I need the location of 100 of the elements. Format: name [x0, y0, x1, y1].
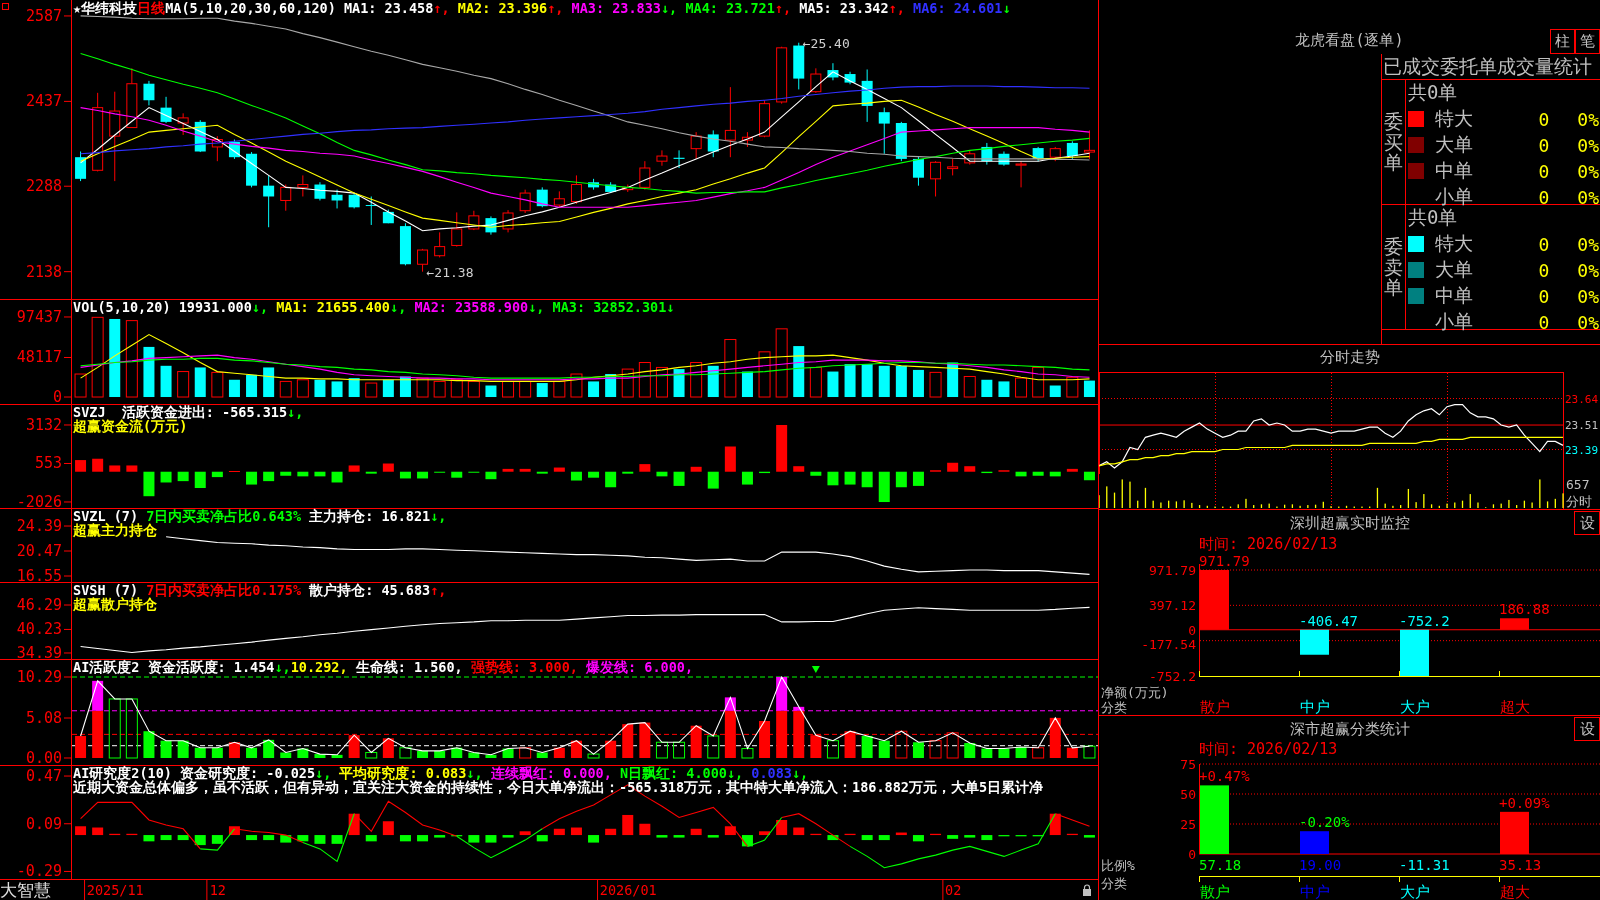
- order-count: 0: [1537, 160, 1551, 182]
- value-label: 186.88: [1499, 601, 1550, 618]
- category-label: 散户: [1200, 883, 1230, 900]
- value-label: -11.31: [1399, 857, 1450, 873]
- order-percent: 0%: [1576, 233, 1600, 255]
- indicator-label: ↑,: [774, 1, 792, 15]
- table-title: 已成交委托单成交量统计: [1382, 54, 1600, 80]
- order-size-label: 中单: [1435, 158, 1474, 183]
- order-size-label: 小单: [1435, 184, 1474, 208]
- axis-label: 40.23: [16, 620, 62, 639]
- order-count: 0: [1537, 186, 1551, 208]
- indicator-label: 7日内买卖净占比0.643%: [146, 509, 302, 523]
- axis-label: 0: [52, 388, 62, 404]
- indicator-label: ↑,: [430, 583, 447, 597]
- indicator-label: ↓,: [466, 766, 483, 780]
- indicator-label: 超赢资金流(万元): [73, 419, 188, 433]
- axis-label: 23.39: [1565, 443, 1599, 457]
- indicator-label: ↑,: [433, 1, 450, 15]
- axis-label: 3132: [25, 415, 62, 434]
- order-count: 0: [1537, 108, 1551, 130]
- indicator-label: MA1: 21655.400: [275, 300, 390, 314]
- category-label: 中户: [1300, 883, 1330, 900]
- indicator-label: 10.292,: [290, 660, 348, 674]
- timestamp: 时间: 2026/02/13: [1199, 741, 1338, 757]
- indicator-label: ↓,: [430, 509, 447, 523]
- order-percent: 0%: [1576, 259, 1600, 281]
- axis-label: 24.39: [16, 517, 62, 535]
- indicator-label: 日线: [137, 1, 166, 15]
- change-label: +0.09%: [1499, 794, 1550, 811]
- indicator-label: 超赢散户持仓: [73, 597, 157, 611]
- axis-label: 0.00: [25, 749, 62, 765]
- indicator-label: SVSH (7): [73, 583, 139, 597]
- order-size-label: 特大: [1435, 106, 1474, 131]
- order-percent: 0%: [1576, 134, 1600, 156]
- indicator-label: MA3: 32852.301↓: [551, 300, 675, 314]
- axis-label: 2288: [25, 177, 62, 196]
- indicator-label: AI研究度2(10) 资金研究度: -0.025: [73, 766, 316, 780]
- axis-label: 2138: [25, 262, 62, 281]
- indicator-label: AI活跃度2 资金活跃度: 1.454: [73, 660, 275, 674]
- indicator-label: MA3: 23.833: [570, 1, 661, 15]
- axis-label: 34.39: [16, 644, 62, 659]
- group-label: 委卖单: [1384, 235, 1403, 299]
- axis-title: 比例%: [1101, 858, 1135, 873]
- order-percent: 0%: [1576, 285, 1600, 307]
- indicator-label: 强势线: 3.000,: [469, 660, 578, 674]
- axis-label: 25: [1180, 817, 1196, 832]
- indicator-label: 主力持仓: 16.821: [308, 509, 431, 523]
- indicator-label: MA(5,10,20,30,60,120) MA1: 23.458: [165, 1, 434, 15]
- axis-label: 20.47: [16, 542, 62, 560]
- order-size-label: 大单: [1435, 257, 1474, 282]
- indicator-label: 散户持仓: 45.683: [308, 583, 431, 597]
- value-label: 57.18: [1199, 857, 1242, 873]
- order-percent: 0%: [1576, 108, 1600, 130]
- axis-label: 97437: [16, 307, 62, 326]
- indicator-label: VOL(5,10,20) 19931.000: [73, 300, 252, 314]
- order-total: 共0单: [1408, 80, 1458, 105]
- group-label: 委买单: [1384, 110, 1403, 174]
- value-label: 971.79: [1199, 553, 1250, 569]
- axis-label: 75: [1180, 757, 1196, 772]
- indicator-label: ↑,: [888, 1, 905, 15]
- order-size-label: 小单: [1435, 309, 1474, 334]
- indicator-label: ↓,: [390, 300, 407, 314]
- date-label: 12: [206, 880, 228, 900]
- chart-annotation: ←25.40: [802, 35, 850, 51]
- indicator-label: MA6: 24.601: [912, 1, 1003, 15]
- volume-scale-label: 657: [1566, 477, 1590, 492]
- axis-label: -752.2: [1149, 669, 1196, 684]
- axis-label: 0.47: [25, 767, 62, 786]
- axis-label: 2437: [25, 92, 62, 111]
- value-label: -406.47: [1299, 612, 1358, 629]
- axis-title: 分类: [1101, 700, 1127, 715]
- indicator-label: ↓,: [274, 660, 291, 674]
- date-label: 2026/01: [596, 880, 659, 900]
- indicator-label: 0.083: [751, 766, 792, 780]
- change-label: -0.20%: [1299, 814, 1350, 831]
- axis-label: 971.79: [1149, 563, 1196, 578]
- order-count: 0: [1537, 285, 1551, 307]
- category-label: 大户: [1400, 883, 1430, 900]
- timestamp: 时间: 2026/02/13: [1199, 536, 1338, 552]
- axis-label: 16.55: [16, 567, 62, 582]
- panel-title: 深市超赢分类统计: [1289, 719, 1410, 739]
- order-size-label: 特大: [1435, 231, 1474, 256]
- order-percent: 0%: [1576, 186, 1600, 208]
- axis-title: 净额(万元): [1101, 685, 1169, 700]
- axis-label: 48117: [16, 348, 62, 367]
- category-label: 超大: [1500, 698, 1530, 715]
- panel-title: 深圳超赢实时监控: [1289, 513, 1410, 533]
- order-count: 0: [1537, 134, 1551, 156]
- order-percent: 0%: [1576, 160, 1600, 182]
- axis-label: 553: [34, 454, 62, 473]
- indicator-label: MA5: 23.342: [798, 1, 889, 15]
- axis-label: 23.51: [1565, 419, 1599, 433]
- indicator-label: MA2: 23588.900: [413, 300, 529, 314]
- indicator-label: ↓,: [528, 300, 545, 314]
- indicator-label: ↓,: [315, 766, 332, 780]
- axis-label: 2587: [25, 6, 62, 25]
- panel-title: 分时走势: [1319, 348, 1380, 367]
- date-label: 02: [942, 880, 964, 900]
- indicator-label: SVZJ 活跃资金进出: -565.315: [73, 405, 288, 419]
- axis-label: 23.64: [1565, 392, 1599, 406]
